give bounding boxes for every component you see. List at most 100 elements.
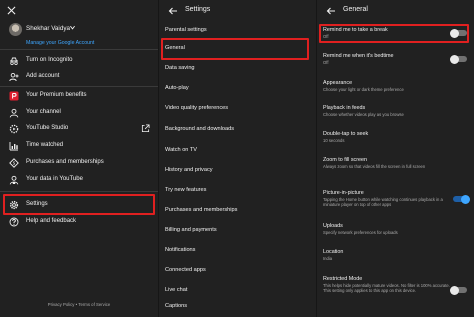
svg-text:$: $ [13, 161, 16, 167]
divider [0, 86, 158, 87]
setting-bedtime[interactable]: Remind me when it's bedtime Off [317, 53, 474, 67]
setting-title: Double-tap to seek [323, 131, 369, 137]
settings-item-label: History and privacy [165, 167, 213, 173]
setting-title: Uploads [323, 223, 343, 229]
take-break-highlight-box [319, 24, 469, 43]
setting-description: This helps hide potentially mature video… [323, 283, 450, 293]
settings-item-background-downloads[interactable]: Background and downloads [159, 120, 316, 140]
settings-item-label: Captions [165, 303, 188, 309]
general-panel: General Remind me to take a break Off Re… [316, 0, 474, 317]
external-link-icon [141, 124, 150, 133]
account-header[interactable]: Shekhar Vaidya Manage your Google Accoun… [9, 23, 149, 49]
setting-title: Zoom to fill screen [323, 157, 368, 163]
setting-title: Playback in feeds [323, 105, 366, 111]
settings-item-label: Connected apps [165, 267, 206, 273]
picture-in-picture-toggle[interactable] [453, 194, 470, 204]
add-account-icon [9, 72, 19, 82]
back-arrow-icon[interactable] [168, 6, 178, 16]
setting-restricted-mode[interactable]: Restricted Mode This helps hide potentia… [317, 276, 474, 302]
menu-item-label: Your channel [26, 109, 61, 115]
divider [0, 49, 158, 50]
menu-item-label: Purchases and memberships [26, 159, 104, 165]
manage-account-link[interactable]: Manage your Google Account [26, 40, 94, 46]
menu-item-label: Time watched [26, 142, 64, 148]
settings-item-label: Watch on TV [165, 147, 198, 153]
settings-item-data-saving[interactable]: Data saving [159, 59, 316, 79]
settings-item-label: Notifications [165, 247, 196, 253]
menu-item-your-data[interactable]: Your data in YouTube [0, 172, 158, 188]
settings-item-purchases[interactable]: Purchases and memberships [159, 201, 316, 221]
settings-item-label: Try new features [165, 187, 207, 193]
menu-item-youtube-studio[interactable]: YouTube Studio [0, 121, 158, 137]
settings-item-watch-on-tv[interactable]: Watch on TV [159, 141, 316, 161]
setting-title: Remind me when it's bedtime [323, 53, 394, 59]
settings-highlight-box [3, 194, 155, 215]
incognito-icon [9, 56, 19, 66]
settings-item-captions[interactable]: Captions [159, 297, 316, 317]
account-name: Shekhar Vaidya [26, 25, 70, 32]
restricted-mode-toggle[interactable] [450, 285, 467, 295]
terms-of-service-link[interactable]: Terms of Service [78, 302, 110, 307]
menu-item-time-watched[interactable]: Time watched [0, 138, 158, 154]
divider [0, 191, 158, 192]
setting-playback-in-feeds[interactable]: Playback in feeds Choose whether videos … [317, 105, 474, 119]
premium-icon [9, 91, 19, 101]
help-icon [9, 217, 19, 227]
settings-item-history-privacy[interactable]: History and privacy [159, 161, 316, 181]
page-title: General [343, 6, 368, 13]
settings-item-label: Billing and payments [165, 227, 217, 233]
setting-double-tap-seek[interactable]: Double-tap to seek 10 seconds [317, 131, 474, 145]
menu-item-label: Turn on Incognito [26, 57, 73, 63]
setting-location[interactable]: Location India [317, 249, 474, 263]
setting-description: Specify network preferences for uploads [323, 230, 398, 235]
setting-title: Location [323, 249, 344, 255]
setting-title: Picture-in-picture [323, 190, 364, 196]
general-highlight-box [161, 38, 309, 60]
setting-description: Choose your light or dark theme preferen… [323, 87, 404, 92]
setting-description: 10 seconds [323, 138, 345, 143]
settings-item-video-quality[interactable]: Video quality preferences [159, 99, 316, 119]
menu-item-premium[interactable]: Your Premium benefits [0, 88, 158, 104]
settings-item-label: Video quality preferences [165, 105, 229, 111]
setting-description: India [323, 256, 333, 261]
privacy-policy-link[interactable]: Privacy Policy [48, 302, 75, 307]
setting-description: Always zoom so that videos fill the scre… [323, 164, 426, 169]
settings-item-try-new-features[interactable]: Try new features [159, 181, 316, 201]
back-arrow-icon[interactable] [326, 6, 336, 16]
settings-item-autoplay[interactable]: Auto-play [159, 79, 316, 99]
page-title: Settings [185, 6, 211, 13]
settings-item-label: Purchases and memberships [165, 207, 238, 213]
menu-item-help[interactable]: Help and feedback [0, 214, 158, 230]
settings-item-label: Data saving [165, 65, 195, 71]
setting-uploads[interactable]: Uploads Specify network preferences for … [317, 223, 474, 237]
menu-item-your-channel[interactable]: Your channel [0, 105, 158, 121]
bedtime-toggle[interactable] [450, 54, 467, 64]
time-watched-icon [9, 141, 19, 151]
settings-panel: Settings Parental settings General Data … [158, 0, 316, 317]
data-icon [9, 175, 19, 185]
settings-item-billing[interactable]: Billing and payments [159, 221, 316, 241]
menu-item-add-account[interactable]: Add account [0, 69, 158, 85]
footer-separator: • [75, 302, 78, 307]
close-icon[interactable] [7, 6, 17, 16]
setting-zoom-to-fill[interactable]: Zoom to fill screen Always zoom so that … [317, 157, 474, 177]
menu-item-label: YouTube Studio [26, 125, 69, 131]
avatar [9, 23, 22, 36]
menu-item-label: Your Premium benefits [26, 92, 87, 98]
chevron-down-icon[interactable] [69, 24, 76, 31]
settings-item-connected-apps[interactable]: Connected apps [159, 261, 316, 281]
channel-icon [9, 108, 19, 118]
setting-picture-in-picture[interactable]: Picture-in-picture Tapping the Home butt… [317, 190, 474, 212]
settings-item-notifications[interactable]: Notifications [159, 241, 316, 261]
footer-links: Privacy Policy • Terms of Service [0, 302, 158, 307]
setting-description: Choose whether videos play as you browse [323, 112, 404, 117]
studio-icon [9, 124, 19, 134]
menu-item-incognito[interactable]: Turn on Incognito [0, 53, 158, 69]
setting-appearance[interactable]: Appearance Choose your light or dark the… [317, 80, 474, 94]
menu-item-purchases[interactable]: $ Purchases and memberships [0, 155, 158, 171]
setting-title: Restricted Mode [323, 276, 363, 282]
settings-item-label: Live chat [165, 287, 188, 293]
account-menu-panel: Shekhar Vaidya Manage your Google Accoun… [0, 0, 158, 317]
settings-item-label: Background and downloads [165, 126, 235, 132]
setting-description: Off [323, 60, 329, 65]
